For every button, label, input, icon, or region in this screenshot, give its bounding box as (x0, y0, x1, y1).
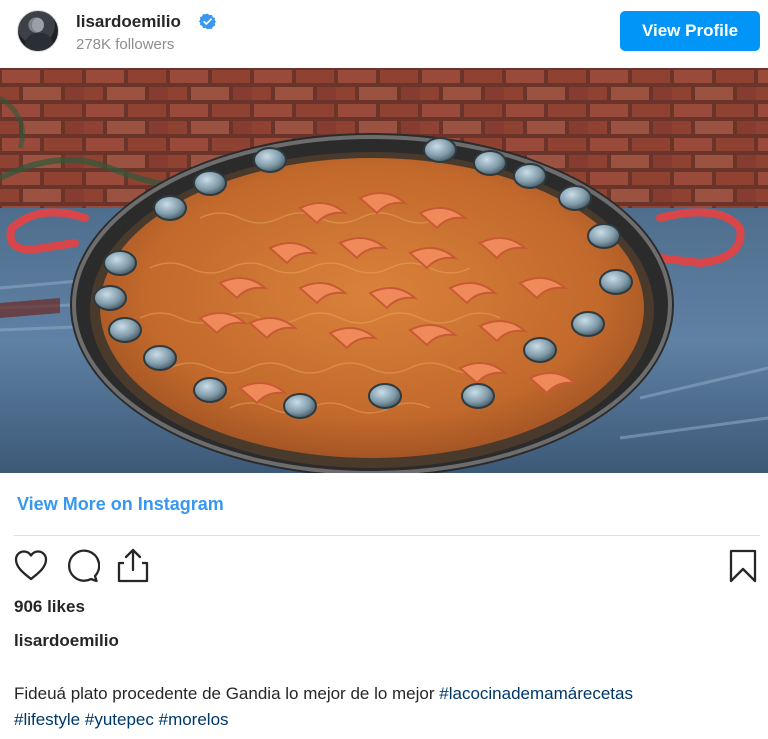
verified-badge-icon (199, 13, 216, 30)
username[interactable]: lisardoemilio (76, 12, 181, 32)
bookmark-icon[interactable] (727, 548, 759, 584)
caption-username[interactable]: lisardoemilio (14, 631, 119, 651)
avatar-body (25, 33, 53, 51)
hashtag-link[interactable]: #morelos (159, 710, 229, 729)
post-header: lisardoemilio 278K followers View Profil… (0, 0, 768, 66)
heart-icon[interactable] (13, 548, 49, 584)
hashtag-link[interactable]: #lacocinademamárecetas (439, 684, 633, 703)
comment-icon[interactable] (64, 548, 100, 584)
avatar[interactable] (17, 10, 59, 52)
hashtag-link[interactable]: #lifestyle (14, 710, 80, 729)
caption-text: Fideuá plato procedente de Gandia lo mej… (14, 684, 440, 703)
share-icon[interactable] (115, 546, 151, 584)
post-photo[interactable] (0, 68, 768, 473)
view-profile-button[interactable]: View Profile (620, 11, 760, 51)
caption: Fideuá plato procedente de Gandia lo mej… (14, 681, 758, 733)
follower-count: 278K followers (76, 36, 175, 53)
avatar-face (32, 18, 44, 32)
paella-pan-image (0, 68, 768, 473)
divider (14, 535, 760, 536)
like-count[interactable]: 906 likes (14, 597, 85, 617)
view-more-on-instagram-link[interactable]: View More on Instagram (17, 494, 224, 515)
hashtag-link[interactable]: #yutepec (85, 710, 154, 729)
